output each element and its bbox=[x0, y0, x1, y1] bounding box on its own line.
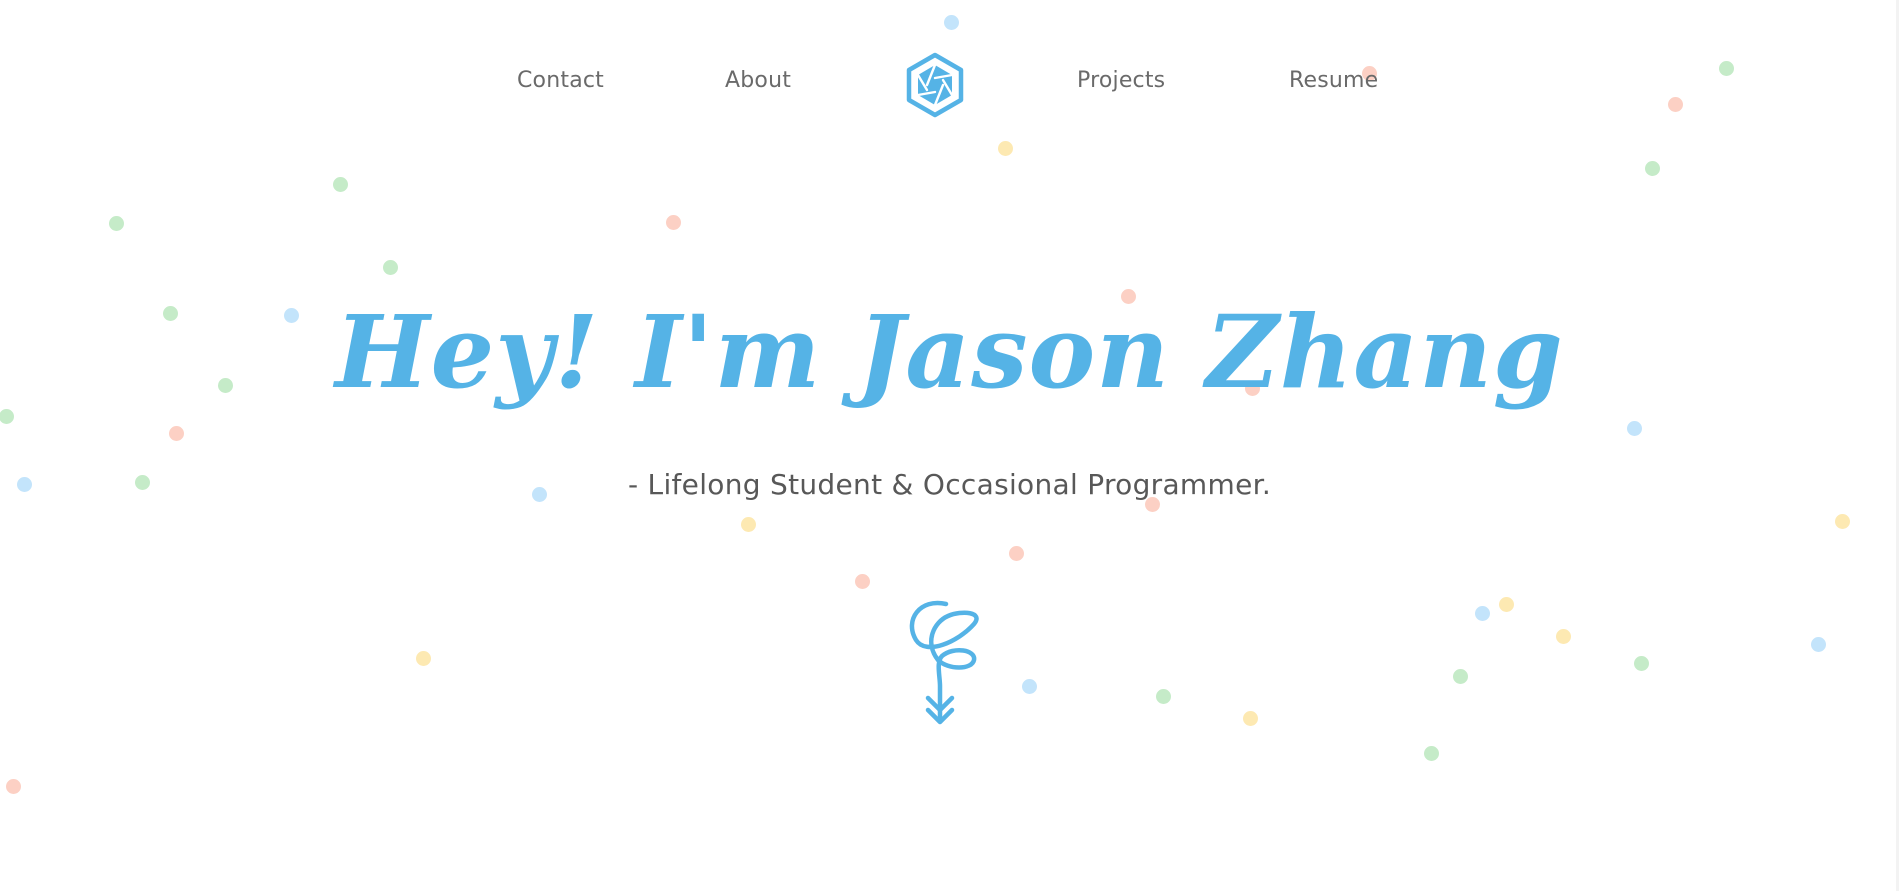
top-navigation: Contact About Projects Resume bbox=[0, 48, 1899, 118]
decorative-dot bbox=[1644, 160, 1660, 176]
decorative-dot bbox=[382, 259, 398, 275]
hero-title: Hey! I'm Jason Zhang bbox=[335, 293, 1564, 411]
decorative-dot bbox=[1834, 513, 1850, 529]
curly-down-arrow-icon[interactable] bbox=[898, 598, 982, 730]
decorative-dot bbox=[1474, 605, 1490, 621]
decorative-dot bbox=[943, 14, 959, 30]
decorative-dot bbox=[1452, 668, 1468, 684]
decorative-dot bbox=[332, 176, 348, 192]
nav-link-contact[interactable]: Contact bbox=[517, 68, 604, 93]
decorative-dot bbox=[1498, 596, 1514, 612]
scroll-arrow-svg bbox=[909, 600, 979, 725]
decorative-dot bbox=[1008, 545, 1024, 561]
decorative-dot bbox=[1242, 710, 1258, 726]
decorative-dot bbox=[1810, 636, 1826, 652]
nav-link-resume[interactable]: Resume bbox=[1289, 68, 1378, 93]
decorative-dot bbox=[740, 516, 756, 532]
decorative-dot bbox=[1021, 678, 1037, 694]
decorative-dot bbox=[168, 425, 184, 441]
decorative-dot bbox=[415, 650, 431, 666]
decorative-dot bbox=[1155, 688, 1171, 704]
decorative-dot bbox=[5, 778, 21, 794]
nav-link-about[interactable]: About bbox=[725, 68, 791, 93]
hero-subtitle: - Lifelong Student & Occasional Programm… bbox=[627, 468, 1272, 501]
decorative-dot bbox=[854, 573, 870, 589]
decorative-dot bbox=[997, 140, 1013, 156]
decorative-dots-background bbox=[0, 0, 1899, 891]
decorative-dot bbox=[108, 215, 124, 231]
landing-page: Contact About Projects Resume Hey! I'm J… bbox=[0, 0, 1899, 891]
decorative-dot bbox=[1626, 420, 1642, 436]
decorative-dot bbox=[1423, 745, 1439, 761]
nav-link-projects[interactable]: Projects bbox=[1077, 68, 1165, 93]
decorative-dot bbox=[1633, 655, 1649, 671]
hexagon-aperture-logo-icon[interactable] bbox=[905, 52, 965, 118]
decorative-dot bbox=[665, 214, 681, 230]
logo-svg bbox=[906, 52, 964, 118]
decorative-dot bbox=[1555, 628, 1571, 644]
